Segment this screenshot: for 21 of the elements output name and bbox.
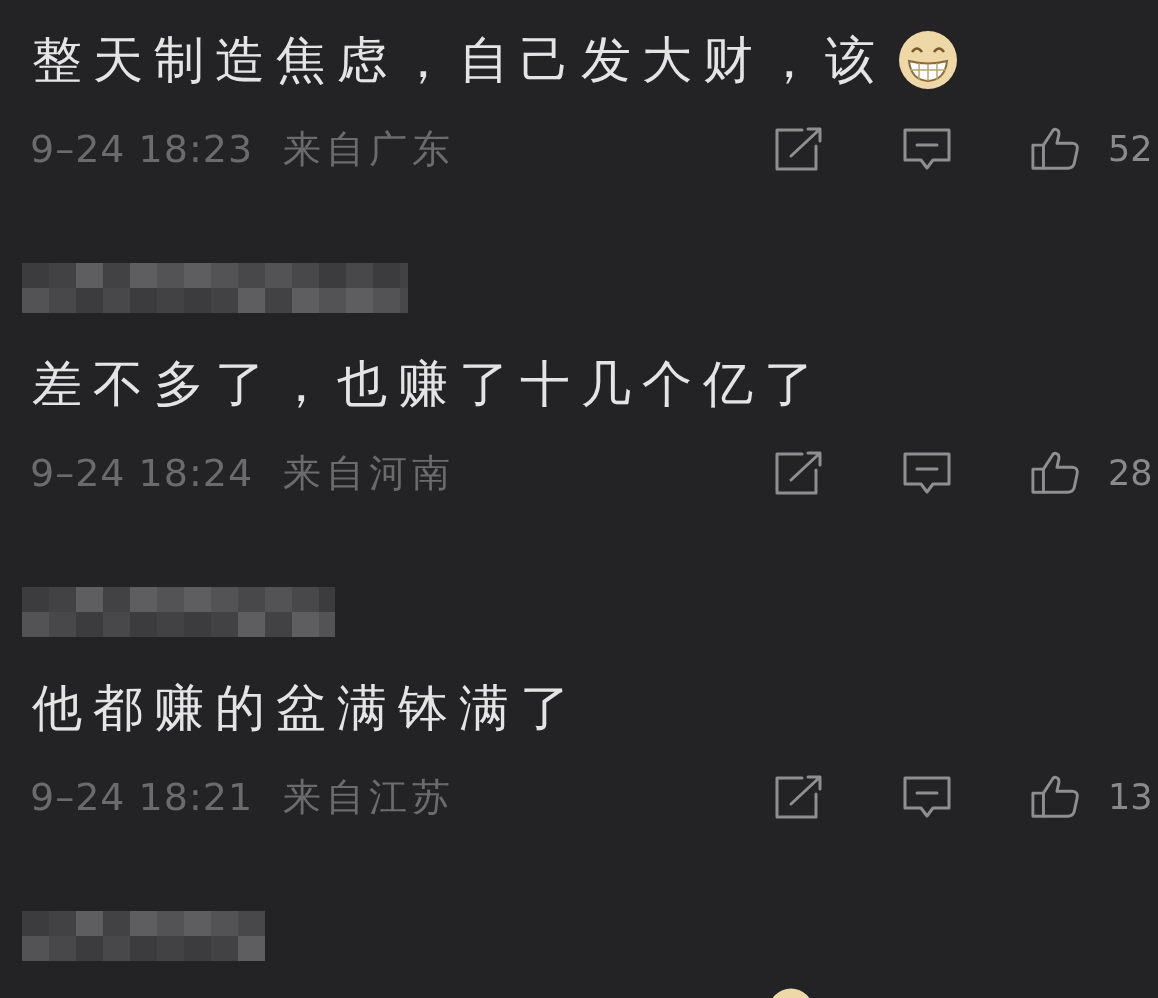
comment-location: 来自江苏	[283, 774, 456, 821]
comment-text: 差不多了，也赚了十几个亿了	[32, 354, 825, 415]
thumbs-up-icon[interactable]	[1030, 774, 1080, 820]
comment-time: 9–24 18:21	[30, 774, 254, 821]
comment-time: 9–24 18:24	[30, 450, 254, 497]
comment-text: 他都赚的盆满钵满了	[32, 678, 581, 739]
comment-location: 来自广东	[283, 126, 456, 173]
thumbs-up-icon[interactable]	[1030, 126, 1080, 172]
like-count: 13	[1108, 776, 1154, 819]
thumbs-up-icon[interactable]	[1030, 450, 1080, 496]
share-icon[interactable]	[774, 450, 824, 496]
comment-icon[interactable]	[902, 774, 952, 820]
share-icon[interactable]	[774, 126, 824, 172]
comment-icon[interactable]	[902, 126, 952, 172]
comment-icon[interactable]	[902, 450, 952, 496]
share-icon[interactable]	[774, 774, 824, 820]
like-count: 28	[1108, 452, 1154, 495]
comment-text: 整天制造焦虑，自己发大财，该	[32, 30, 886, 91]
comment-location: 来自河南	[283, 450, 456, 497]
comment-time: 9–24 18:23	[30, 126, 254, 173]
like-count: 52	[1108, 128, 1154, 171]
